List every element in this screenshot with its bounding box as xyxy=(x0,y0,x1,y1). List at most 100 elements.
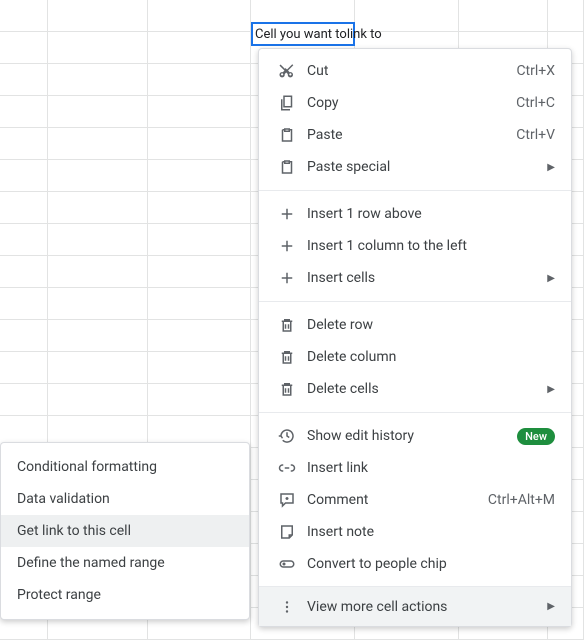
plus-icon xyxy=(275,269,299,287)
grid-cell[interactable] xyxy=(0,320,48,352)
link-icon xyxy=(275,459,299,477)
grid-cell[interactable] xyxy=(0,96,48,128)
menu-item[interactable]: PasteCtrl+V xyxy=(259,119,571,151)
submenu-item-label: Define the named range xyxy=(17,555,165,571)
menu-item[interactable]: CommentCtrl+Alt+M xyxy=(259,484,571,516)
trash-icon xyxy=(275,380,299,398)
menu-item-label: Delete column xyxy=(299,349,555,365)
submenu-item[interactable]: Data validation xyxy=(1,483,249,515)
menu-item-label: Insert 1 column to the left xyxy=(299,238,555,254)
grid-cell[interactable] xyxy=(148,32,251,64)
submenu-item[interactable]: Conditional formatting xyxy=(1,451,249,483)
grid-cell[interactable] xyxy=(148,128,251,160)
cell-text-after: link to xyxy=(347,27,382,42)
plus-icon xyxy=(275,237,299,255)
menu-item-label: Insert 1 row above xyxy=(299,206,555,222)
menu-item[interactable]: Insert 1 row above xyxy=(259,198,571,230)
grid-cell[interactable] xyxy=(148,160,251,192)
grid-cell[interactable] xyxy=(148,384,251,416)
grid-cell[interactable] xyxy=(148,0,251,32)
menu-item[interactable]: Insert link xyxy=(259,452,571,484)
grid-cell[interactable] xyxy=(0,192,48,224)
grid-cell[interactable] xyxy=(48,384,148,416)
grid-cell[interactable] xyxy=(48,224,148,256)
grid-cell[interactable] xyxy=(148,224,251,256)
paste-icon xyxy=(275,158,299,176)
menu-item-shortcut: Ctrl+X xyxy=(516,63,555,79)
submenu-item-label: Protect range xyxy=(17,587,101,603)
note-icon xyxy=(275,523,299,541)
menu-item-label: Insert cells xyxy=(299,270,547,286)
chip-icon xyxy=(275,555,299,573)
grid-cell[interactable] xyxy=(0,0,48,32)
menu-separator xyxy=(259,301,571,302)
grid-cell[interactable] xyxy=(148,256,251,288)
chevron-right-icon: ▶ xyxy=(547,384,555,395)
menu-item-label: Convert to people chip xyxy=(299,556,555,572)
grid-cell[interactable] xyxy=(48,320,148,352)
menu-item[interactable]: Insert note xyxy=(259,516,571,548)
grid-cell[interactable] xyxy=(548,0,584,32)
menu-item[interactable]: Delete cells▶ xyxy=(259,373,571,405)
context-menu: CutCtrl+XCopyCtrl+CPasteCtrl+VPaste spec… xyxy=(258,48,572,627)
grid-cell[interactable] xyxy=(0,128,48,160)
menu-item[interactable]: Delete column xyxy=(259,341,571,373)
menu-item[interactable]: Paste special▶ xyxy=(259,151,571,183)
copy-icon xyxy=(275,94,299,112)
grid-cell[interactable] xyxy=(148,64,251,96)
submenu-item[interactable]: Get link to this cell xyxy=(1,515,249,547)
submenu-item[interactable]: Define the named range xyxy=(1,547,249,579)
grid-cell[interactable] xyxy=(48,256,148,288)
grid-cell[interactable] xyxy=(0,32,48,64)
editing-cell[interactable]: Cell you want to link to xyxy=(251,22,355,46)
grid-cell[interactable] xyxy=(0,160,48,192)
grid-cell[interactable] xyxy=(48,128,148,160)
grid-cell[interactable] xyxy=(48,352,148,384)
menu-separator xyxy=(259,190,571,191)
grid-cell[interactable] xyxy=(148,320,251,352)
menu-item[interactable]: Delete row xyxy=(259,309,571,341)
grid-cell[interactable] xyxy=(48,160,148,192)
menu-item-label: View more cell actions xyxy=(299,599,547,615)
grid-cell[interactable] xyxy=(0,256,48,288)
submenu-item-label: Data validation xyxy=(17,491,110,507)
grid-cell[interactable] xyxy=(0,224,48,256)
menu-item[interactable]: CopyCtrl+C xyxy=(259,87,571,119)
grid-cell[interactable] xyxy=(48,64,148,96)
menu-item[interactable]: Convert to people chip xyxy=(259,548,571,580)
submenu-more-actions: Conditional formatting Data validation Get… xyxy=(0,442,250,620)
menu-item-label: Insert note xyxy=(299,524,555,540)
submenu-item[interactable]: Protect range xyxy=(1,579,249,611)
menu-item[interactable]: CutCtrl+X xyxy=(259,55,571,87)
grid-cell[interactable] xyxy=(48,32,148,64)
menu-footer-item[interactable]: View more cell actions▶ xyxy=(259,586,571,626)
grid-cell[interactable] xyxy=(148,352,251,384)
menu-item-label: Delete cells xyxy=(299,381,547,397)
grid-cell[interactable] xyxy=(0,288,48,320)
grid-cell[interactable] xyxy=(0,64,48,96)
submenu-item-label: Get link to this cell xyxy=(17,523,131,539)
grid-cell[interactable] xyxy=(48,192,148,224)
grid-cell[interactable] xyxy=(0,384,48,416)
grid-cell[interactable] xyxy=(459,0,548,32)
menu-item[interactable]: Show edit historyNew xyxy=(259,420,571,452)
grid-cell[interactable] xyxy=(48,0,148,32)
submenu-item-label: Conditional formatting xyxy=(17,459,157,475)
grid-cell[interactable] xyxy=(48,288,148,320)
grid-cell[interactable] xyxy=(48,96,148,128)
menu-separator xyxy=(259,412,571,413)
grid-cell[interactable] xyxy=(148,192,251,224)
grid-cell[interactable] xyxy=(148,96,251,128)
menu-item-label: Paste xyxy=(299,127,516,143)
grid-cell[interactable] xyxy=(0,352,48,384)
menu-item[interactable]: Insert cells▶ xyxy=(259,262,571,294)
menu-item-label: Cut xyxy=(299,63,516,79)
grid-cell[interactable] xyxy=(148,288,251,320)
trash-icon xyxy=(275,316,299,334)
chevron-right-icon: ▶ xyxy=(547,273,555,284)
menu-item-shortcut: Ctrl+C xyxy=(516,95,555,111)
menu-item[interactable]: Insert 1 column to the left xyxy=(259,230,571,262)
menu-item-label: Paste special xyxy=(299,159,547,175)
comment-icon xyxy=(275,491,299,509)
menu-item-label: Insert link xyxy=(299,460,555,476)
